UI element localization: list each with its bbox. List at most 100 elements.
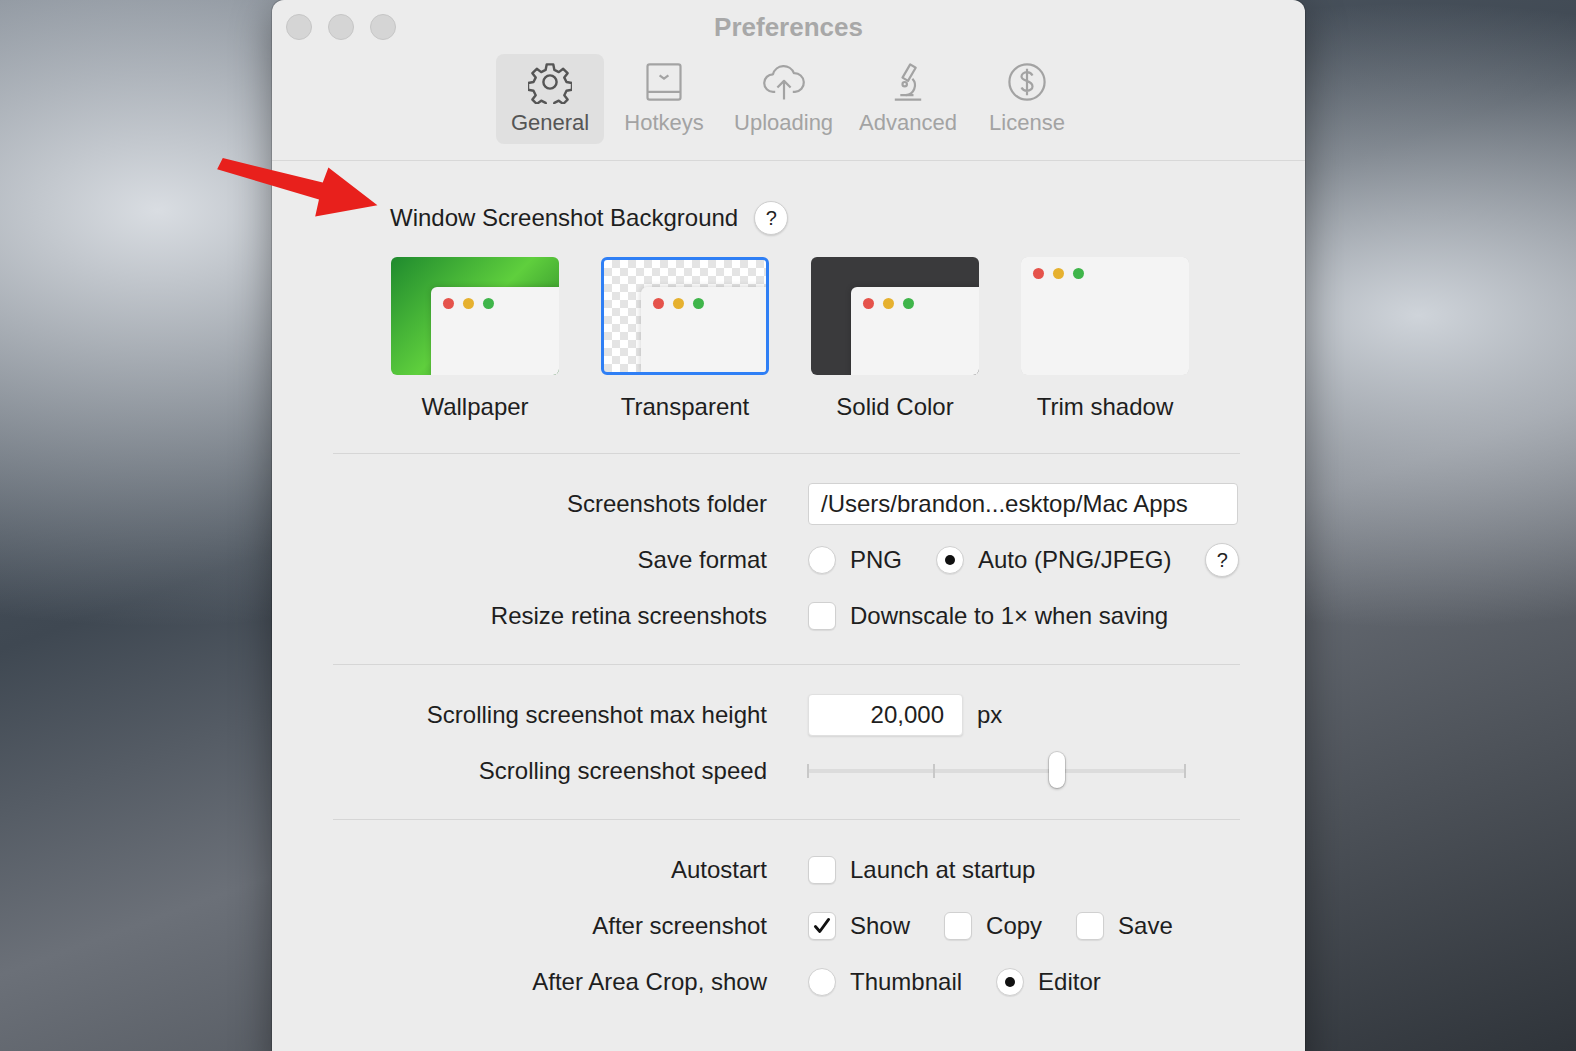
radio-label: Thumbnail [850,968,962,996]
toolbar-tab[interactable]: General [496,54,604,144]
settings-section: Screenshots folder/Users/brandon...eskto… [333,453,1240,664]
tab-label: Uploading [734,110,833,136]
settings-row: Scrolling screenshot max height 20,000 px [333,687,1240,743]
checkbox[interactable] [1076,912,1104,940]
background-option[interactable]: Solid Color [810,257,980,421]
heading-text: Window Screenshot Background [390,204,738,232]
unit-label: px [977,701,1002,729]
gear-icon [528,60,572,104]
desktop: Preferences General Hotkeys Uploading Advanc… [0,0,1576,1051]
background-option[interactable]: Transparent [600,257,770,421]
radio-option[interactable]: Auto (PNG/JPEG) [936,546,1171,574]
settings-section: Scrolling screenshot max height20,000pxS… [333,664,1240,819]
row-control: Thumbnail Editor [808,968,1240,996]
folder-field[interactable]: /Users/brandon...esktop/Mac Apps [808,483,1238,525]
checkbox-label: Launch at startup [850,856,1035,884]
row-control: 20,000 px [808,694,1240,736]
title-bar: Preferences [272,0,1305,54]
minimize-button[interactable] [328,14,354,40]
zoom-button[interactable] [370,14,396,40]
settings-row: Resize retina screenshotsDownscale to 1×… [333,588,1240,644]
background-section: Window Screenshot Background? Wallpaper Tr… [333,161,1240,453]
checkbox-label: Downscale to 1× when saving [850,602,1168,630]
row-label: Autostart [333,856,767,884]
speed-slider[interactable] [808,751,1185,791]
settings-row: Save format PNG Auto (PNG/JPEG)? [333,532,1240,588]
settings-row: Scrolling screenshot speed [333,743,1240,799]
checkbox-option[interactable]: Launch at startup [808,856,1035,884]
mini-window [1021,257,1189,375]
row-label: Screenshots folder [333,490,767,518]
toolbar-tab[interactable]: Uploading [724,54,843,144]
checkbox[interactable] [808,602,836,630]
option-thumbnail [811,257,979,375]
row-label: Scrolling screenshot speed [333,757,767,785]
radio-option[interactable]: Editor [996,968,1101,996]
help-button[interactable]: ? [754,201,788,235]
checkbox-label: Show [850,912,910,940]
toolbar-tab[interactable]: Advanced [849,54,967,144]
row-label: After screenshot [333,912,767,940]
checkbox-option[interactable]: Save [1076,912,1173,940]
row-control: /Users/brandon...esktop/Mac Apps [808,483,1240,525]
mini-window [431,287,559,375]
option-label: Solid Color [836,393,953,421]
slider-thumb[interactable] [1049,752,1065,788]
row-label: Save format [333,546,767,574]
radio-button[interactable] [936,546,964,574]
slider-track [808,769,1185,773]
hotkeys-icon [642,60,686,104]
row-control: PNG Auto (PNG/JPEG)? [808,543,1240,577]
option-thumbnail [1021,257,1189,375]
radio-button[interactable] [808,546,836,574]
checkbox[interactable] [944,912,972,940]
microscope-icon [886,60,930,104]
tab-label: Advanced [859,110,957,136]
checkbox-label: Copy [986,912,1042,940]
red-arrow-icon [216,158,388,224]
radio-option[interactable]: Thumbnail [808,968,962,996]
radio-button[interactable] [808,968,836,996]
row-control [808,751,1240,791]
help-button[interactable]: ? [1205,543,1239,577]
checkbox-option[interactable]: Show [808,912,910,940]
radio-label: Auto (PNG/JPEG) [978,546,1171,574]
settings-row: After Area Crop, show Thumbnail Editor [333,954,1240,1010]
mini-window [641,287,766,372]
radio-option[interactable]: PNG [808,546,902,574]
row-label: Scrolling screenshot max height [333,701,767,729]
option-label: Trim shadow [1037,393,1173,421]
general-pane: Window Screenshot Background? Wallpaper Tr… [272,161,1305,1030]
checkbox-option[interactable]: Copy [944,912,1042,940]
checkmark-icon [811,915,833,937]
row-control: Launch at startup [808,856,1240,884]
radio-button[interactable] [996,968,1024,996]
checkbox[interactable] [808,912,836,940]
traffic-lights [286,14,396,40]
option-label: Wallpaper [421,393,528,421]
mini-window [851,287,979,375]
toolbar: General Hotkeys Uploading Advanced License [272,54,1305,161]
number-field[interactable]: 20,000 [808,694,963,736]
tab-label: License [989,110,1065,136]
tab-label: General [511,110,589,136]
dollar-icon [1005,60,1049,104]
tab-label: Hotkeys [624,110,703,136]
radio-label: Editor [1038,968,1101,996]
background-option[interactable]: Wallpaper [390,257,560,421]
row-label: After Area Crop, show [333,968,767,996]
option-thumbnail [391,257,559,375]
settings-row: Screenshots folder/Users/brandon...eskto… [333,476,1240,532]
cloud-icon [762,60,806,104]
checkbox-label: Save [1118,912,1173,940]
toolbar-tab[interactable]: License [973,54,1081,144]
checkbox-option[interactable]: Downscale to 1× when saving [808,602,1168,630]
background-options: Wallpaper Transparent Solid Color Trim shad… [390,257,1240,421]
close-button[interactable] [286,14,312,40]
window-title: Preferences [714,12,863,43]
checkbox[interactable] [808,856,836,884]
settings-row: Autostart Launch at startup [333,842,1240,898]
settings-row: After screenshot Show Copy Save [333,898,1240,954]
toolbar-tab[interactable]: Hotkeys [610,54,718,144]
background-option[interactable]: Trim shadow [1020,257,1190,421]
